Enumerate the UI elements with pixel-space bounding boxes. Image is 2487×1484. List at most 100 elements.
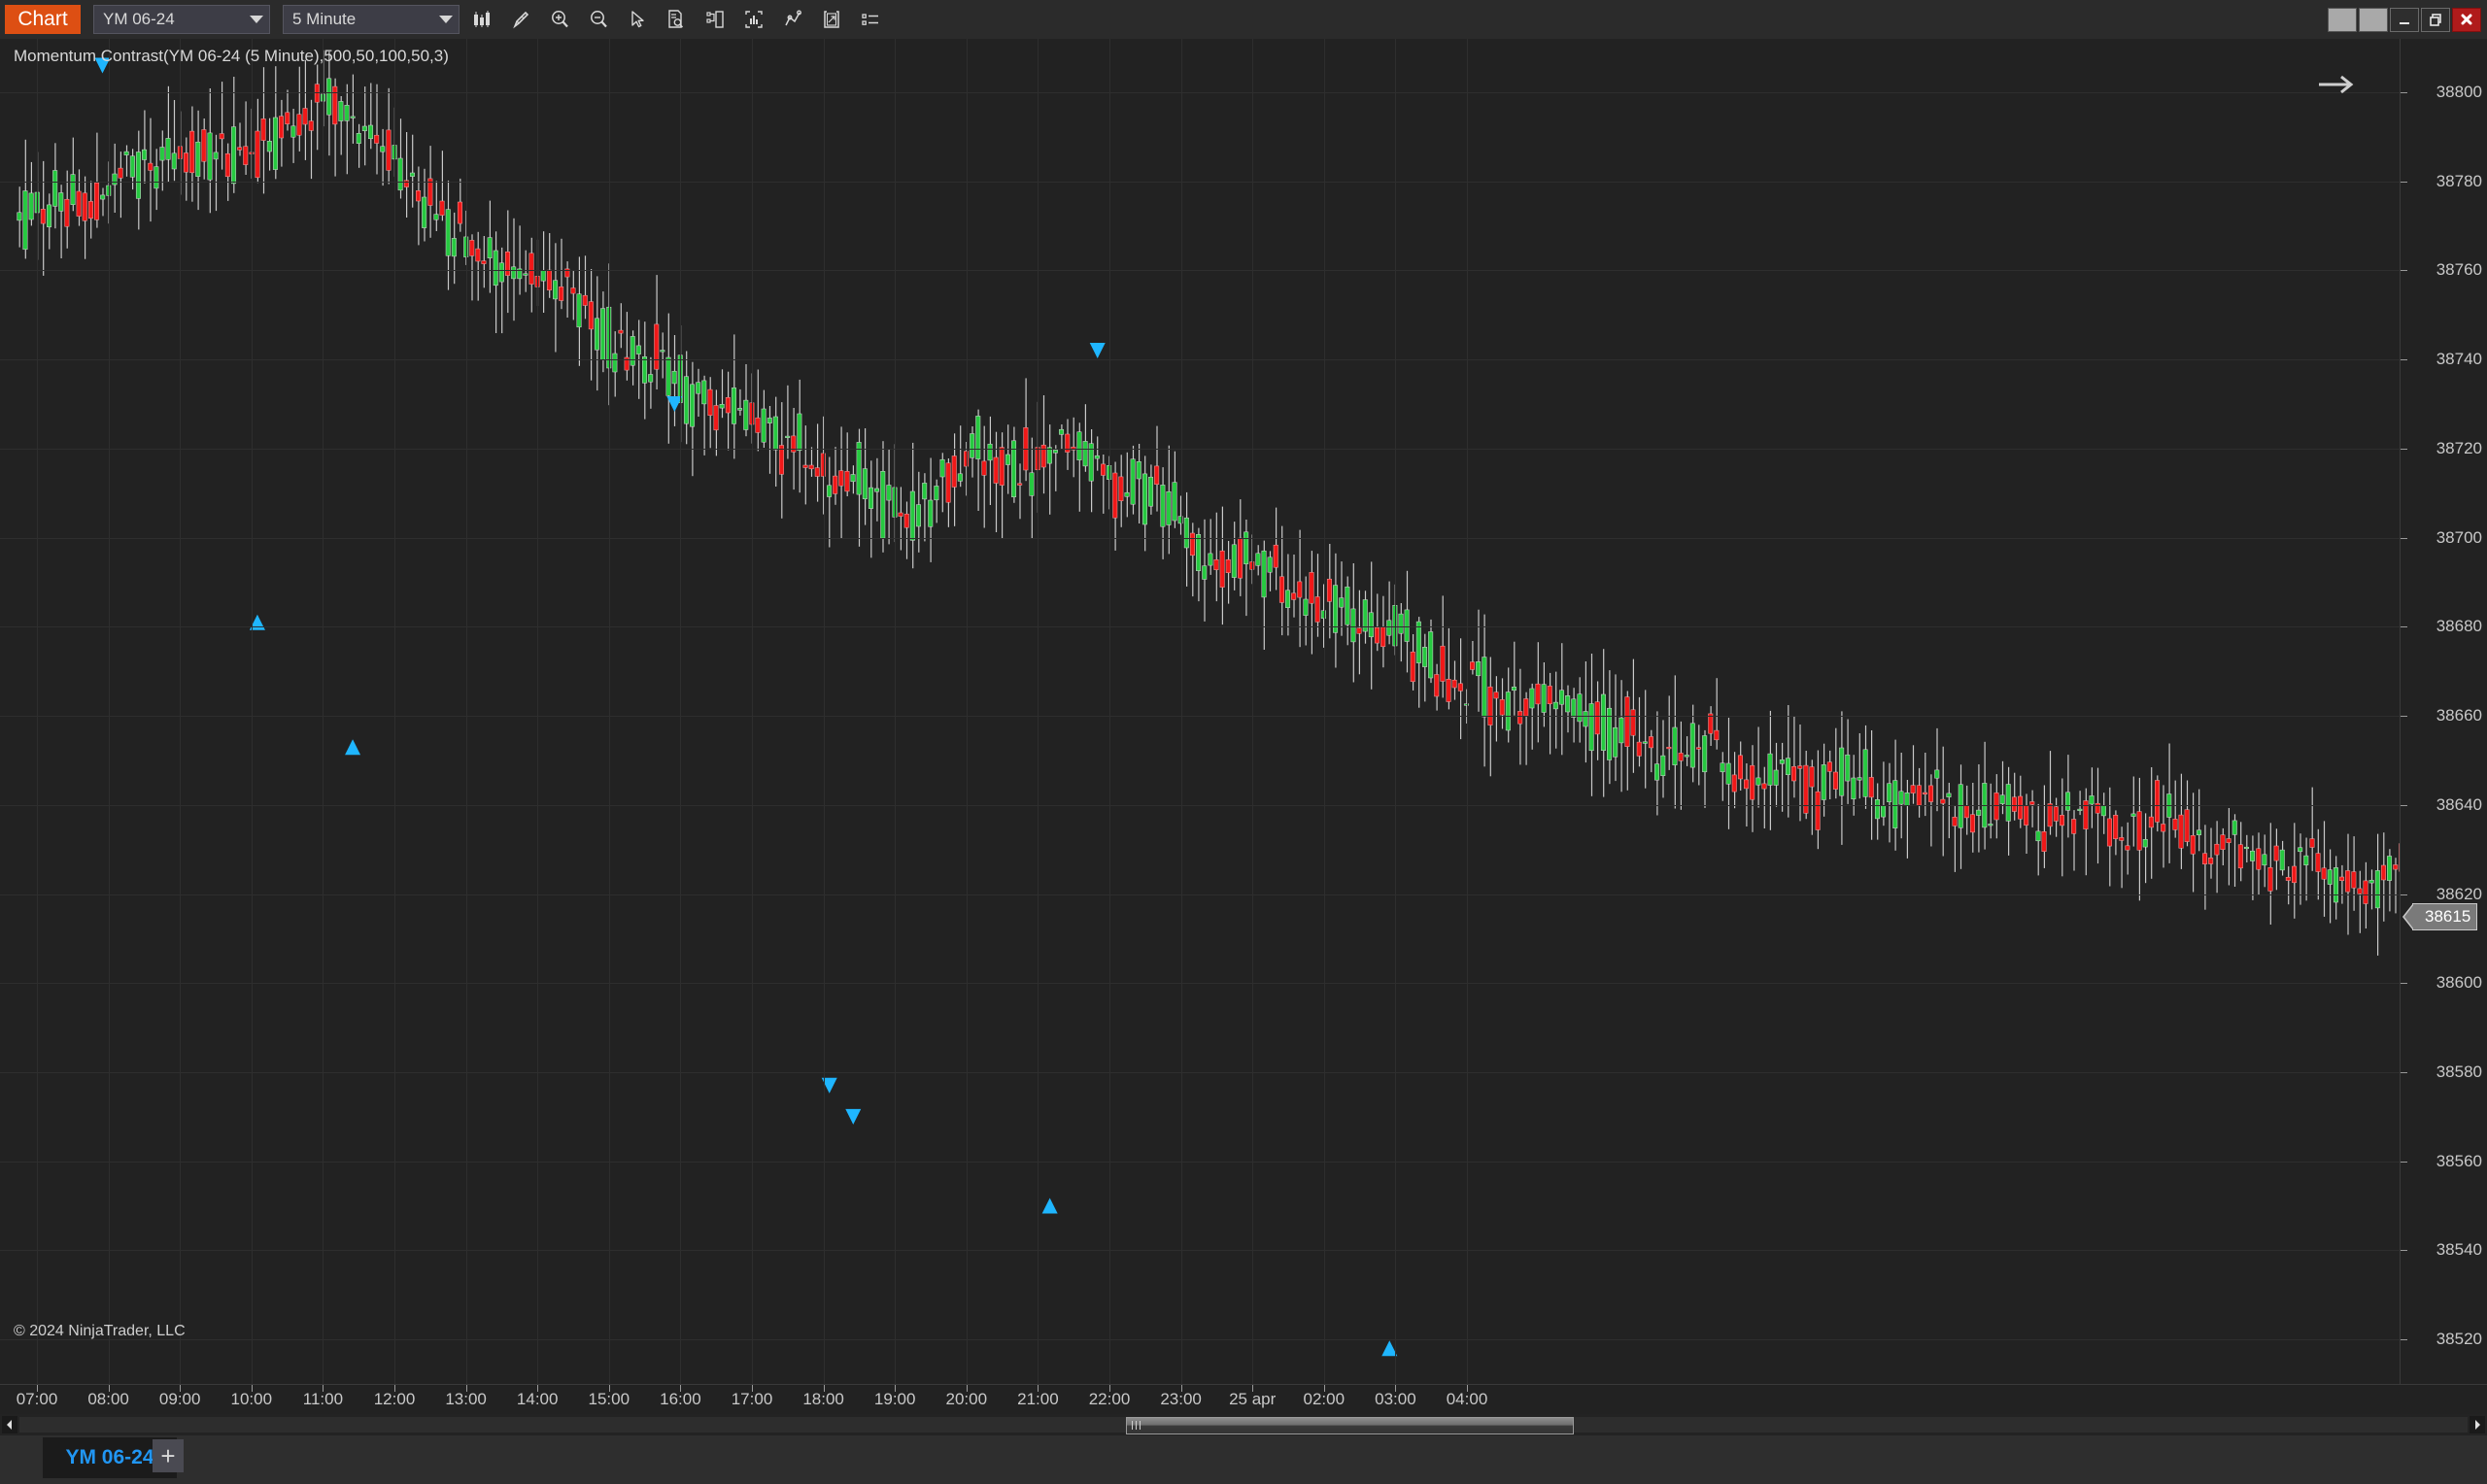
scroll-left-button[interactable] <box>2 1416 17 1433</box>
price-axis-tick <box>2401 270 2407 271</box>
window-extra-button[interactable] <box>2359 7 2388 32</box>
grid-line-horizontal <box>0 1072 2400 1073</box>
price-axis[interactable]: 38615 38800 38780 38760 38740 38720 38700 3868… <box>2400 39 2487 1384</box>
time-axis-label: 04:00 <box>1446 1390 1488 1408</box>
price-axis-tick <box>2401 449 2407 450</box>
time-axis-tick <box>466 1385 467 1392</box>
time-axis-tick <box>1467 1385 1468 1392</box>
time-axis-label: 14:00 <box>516 1390 559 1408</box>
price-axis-tick <box>2401 983 2407 984</box>
time-axis-tick <box>109 1385 110 1392</box>
time-axis-label: 03:00 <box>1375 1390 1416 1408</box>
bar-type-icon[interactable] <box>462 0 501 39</box>
instrument-selector[interactable]: YM 06-24 <box>93 5 270 34</box>
time-axis-label: 25 apr <box>1229 1390 1277 1408</box>
time-axis-tick <box>1324 1385 1325 1392</box>
price-axis-tick <box>2401 1072 2407 1073</box>
grid-line-vertical <box>1395 39 1396 1384</box>
price-axis-label: 38560 <box>2436 1151 2482 1170</box>
time-axis-label: 19:00 <box>873 1390 916 1408</box>
right-arrow-icon[interactable] <box>2317 74 2356 100</box>
price-plot[interactable]: Momentum Contrast(YM 06-24 (5 Minute),50… <box>0 39 2400 1384</box>
indicators-icon[interactable] <box>734 0 773 39</box>
grid-line-vertical <box>1181 39 1182 1384</box>
chevron-down-icon[interactable] <box>244 7 269 32</box>
price-axis-tick <box>2401 805 2407 806</box>
down-arrow-marker <box>1089 343 1106 359</box>
time-axis-label: 07:00 <box>16 1390 58 1408</box>
grid-line-horizontal <box>0 894 2400 895</box>
grid-line-vertical <box>1467 39 1468 1384</box>
grid-line-horizontal <box>0 983 2400 984</box>
time-axis-tick <box>537 1385 538 1392</box>
time-axis-tick <box>967 1385 968 1392</box>
price-axis-label: 38720 <box>2436 438 2482 457</box>
last-price-tag: 38615 <box>2402 903 2478 931</box>
scrollbar-thumb[interactable] <box>1126 1417 1574 1434</box>
minimize-button[interactable] <box>2390 7 2419 32</box>
time-axis-label: 08:00 <box>87 1390 129 1408</box>
price-axis-label: 38680 <box>2436 617 2482 636</box>
price-axis-tick <box>2401 1339 2407 1340</box>
chart-properties-icon[interactable] <box>696 0 734 39</box>
chart-canvas-area[interactable]: Momentum Contrast(YM 06-24 (5 Minute),50… <box>0 39 2487 1384</box>
time-axis-label: 18:00 <box>802 1390 844 1408</box>
interval-selector[interactable]: 5 Minute <box>283 5 460 34</box>
grid-line-vertical <box>1038 39 1039 1384</box>
scrollbar-track[interactable] <box>19 1417 2468 1434</box>
grid-line-vertical <box>109 39 110 1384</box>
price-axis-label: 38540 <box>2436 1240 2482 1260</box>
scroll-right-button[interactable] <box>2470 1416 2485 1433</box>
price-axis-label: 38760 <box>2436 260 2482 280</box>
data-series-icon[interactable] <box>657 0 696 39</box>
price-axis-tick <box>2401 182 2407 183</box>
grid-line-vertical <box>680 39 681 1384</box>
price-axis-tick <box>2401 538 2407 539</box>
time-axis-label: 10:00 <box>230 1390 273 1408</box>
price-axis-label: 38640 <box>2436 794 2482 814</box>
drawing-tools-icon[interactable] <box>501 0 540 39</box>
zoom-out-icon[interactable] <box>579 0 618 39</box>
grid-line-vertical <box>394 39 395 1384</box>
time-axis-tick <box>37 1385 38 1392</box>
time-axis-tick <box>680 1385 681 1392</box>
add-tab-button[interactable]: + <box>153 1439 184 1472</box>
time-axis-tick <box>1109 1385 1110 1392</box>
time-axis-tick <box>323 1385 324 1392</box>
maximize-restore-button[interactable] <box>2421 7 2450 32</box>
chevron-down-icon[interactable] <box>433 7 459 32</box>
time-axis-tick <box>1252 1385 1253 1392</box>
candlestick-series <box>17 50 2400 1357</box>
copyright-text: © 2024 NinjaTrader, LLC <box>14 1323 186 1339</box>
list-view-icon[interactable] <box>851 0 890 39</box>
grid-line-vertical <box>609 39 610 1384</box>
grid-line-vertical <box>895 39 896 1384</box>
price-axis-tick <box>2401 359 2407 360</box>
price-axis-tick <box>2401 1162 2407 1163</box>
chart-toolbar: Chart YM 06-24 5 Minute <box>0 0 2487 40</box>
time-axis-tick <box>252 1385 253 1392</box>
grid-line-horizontal <box>0 359 2400 360</box>
time-axis-label: 15:00 <box>588 1390 630 1408</box>
time-axis-tick <box>895 1385 896 1392</box>
time-axis[interactable]: 07:00 08:00 09:00 10:00 11:00 12:00 13:00 14:00… <box>0 1384 2487 1414</box>
price-axis-tick <box>2401 92 2407 93</box>
grid-line-horizontal <box>0 805 2400 806</box>
strategies-icon[interactable] <box>773 0 812 39</box>
time-axis-label: 13:00 <box>445 1390 487 1408</box>
share-icon[interactable] <box>812 0 851 39</box>
close-button[interactable] <box>2452 7 2481 32</box>
grid-line-horizontal <box>0 1339 2400 1340</box>
up-arrow-marker <box>345 739 361 756</box>
price-axis-label: 38780 <box>2436 171 2482 190</box>
zoom-in-icon[interactable] <box>540 0 579 39</box>
interval-selector-value: 5 Minute <box>292 10 357 28</box>
window-restore-down-button[interactable] <box>2328 7 2357 32</box>
grid-line-vertical <box>967 39 968 1384</box>
time-axis-label: 11:00 <box>302 1390 344 1408</box>
chart-menu-button[interactable]: Chart <box>5 5 81 34</box>
grid-line-vertical <box>824 39 825 1384</box>
price-axis-tick <box>2401 716 2407 717</box>
cursor-pointer-icon[interactable] <box>618 0 657 39</box>
chart-horizontal-scrollbar[interactable] <box>0 1414 2487 1435</box>
